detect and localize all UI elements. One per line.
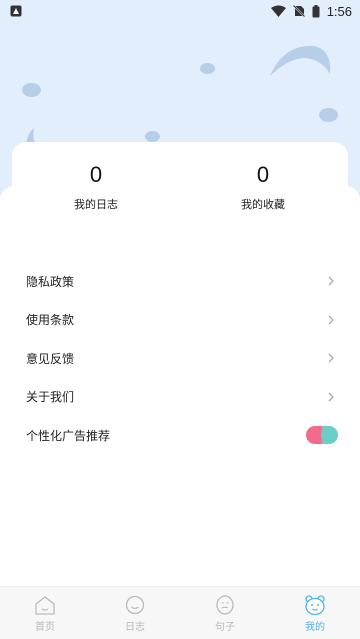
menu-item-label: 隐私政策 bbox=[26, 274, 75, 289]
diary-label: 我的日志 bbox=[74, 198, 118, 211]
stats-card: 0 我的日志 0 我的收藏 bbox=[12, 142, 348, 232]
no-sim-icon bbox=[292, 5, 305, 17]
chevron-right-icon bbox=[328, 276, 334, 286]
settings-menu: 隐私政策 使用条款 意见反馈 关于我们 个性化广告推荐 bbox=[0, 262, 360, 455]
tab-label: 句子 bbox=[215, 621, 235, 633]
favorites-count: 0 bbox=[256, 162, 270, 187]
menu-item-personalized-ads: 个性化广告推荐 bbox=[0, 416, 360, 455]
tab-diary[interactable]: 日志 bbox=[90, 587, 180, 639]
tab-label: 我的 bbox=[305, 621, 325, 633]
menu-item-label: 关于我们 bbox=[26, 390, 75, 405]
status-bar: 1:56 bbox=[0, 0, 360, 22]
menu-item-about-us[interactable]: 关于我们 bbox=[0, 378, 360, 417]
tab-label: 日志 bbox=[125, 621, 145, 633]
favorites-label: 我的收藏 bbox=[241, 198, 285, 211]
tab-sentence[interactable]: 句子 bbox=[180, 587, 270, 639]
menu-item-terms[interactable]: 使用条款 bbox=[0, 301, 360, 340]
bubble-decoration bbox=[145, 131, 160, 142]
moon-decoration bbox=[270, 45, 331, 76]
sentence-icon bbox=[216, 594, 234, 615]
diary-icon bbox=[125, 595, 145, 614]
notification-icon bbox=[10, 5, 22, 17]
menu-item-feedback[interactable]: 意见反馈 bbox=[0, 339, 360, 378]
status-time: 1:56 bbox=[326, 3, 352, 19]
diary-count: 0 bbox=[89, 162, 103, 187]
chevron-right-icon bbox=[328, 315, 334, 325]
bottom-tab-bar: 首页 日志 句子 我的 bbox=[0, 586, 360, 639]
chevron-right-icon bbox=[328, 353, 334, 363]
bubble-decoration bbox=[200, 63, 215, 74]
personalized-ads-toggle[interactable] bbox=[306, 426, 338, 445]
tab-profile[interactable]: 我的 bbox=[270, 587, 360, 639]
tab-home[interactable]: 首页 bbox=[0, 587, 90, 639]
menu-item-label: 使用条款 bbox=[26, 313, 75, 328]
battery-icon bbox=[312, 4, 320, 17]
wifi-icon bbox=[270, 5, 286, 17]
home-icon bbox=[35, 595, 55, 615]
menu-item-label: 意见反馈 bbox=[26, 351, 75, 366]
menu-item-privacy-policy[interactable]: 隐私政策 bbox=[0, 262, 360, 301]
my-favorites-stat[interactable]: 0 我的收藏 bbox=[203, 162, 323, 212]
tab-label: 首页 bbox=[35, 621, 55, 633]
bubble-decoration bbox=[319, 108, 338, 122]
my-diary-stat[interactable]: 0 我的日志 bbox=[36, 162, 156, 212]
profile-icon bbox=[305, 594, 325, 615]
chevron-right-icon bbox=[328, 392, 334, 402]
menu-item-label: 个性化广告推荐 bbox=[26, 428, 111, 443]
bubble-decoration bbox=[22, 83, 41, 97]
toggle-knob bbox=[321, 427, 337, 444]
